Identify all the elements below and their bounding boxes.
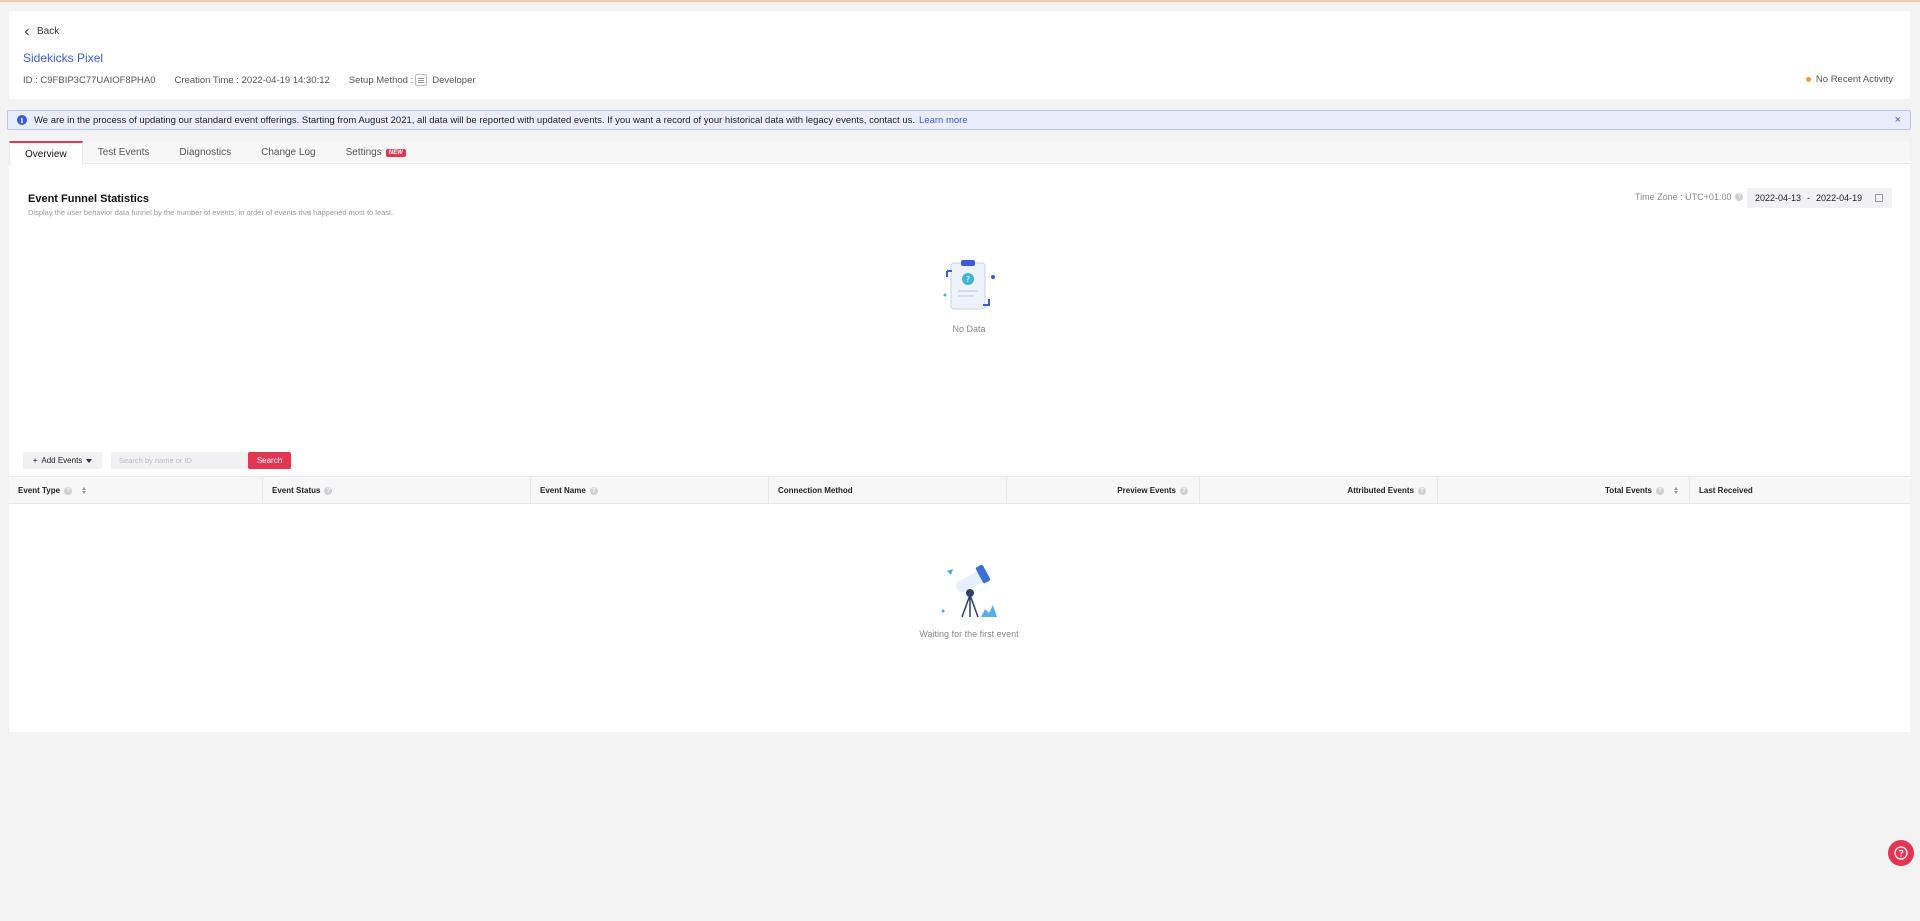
help-circle-icon[interactable]: ? — [1735, 193, 1744, 201]
chevron-left-icon — [24, 28, 29, 35]
tab-settings[interactable]: Settings NEW — [331, 141, 421, 164]
pixel-header-card: Back Sidekicks Pixel ID : C9FBIP3C77UAIO… — [9, 11, 1910, 99]
funnel-description: Display the user behavior data funnel by… — [28, 208, 394, 217]
telescope-illustration-icon — [941, 564, 997, 618]
column-label: Connection Method — [778, 486, 853, 495]
main-content-card: Overview Test Events Diagnostics Change … — [9, 141, 1910, 732]
empty-state-label: Waiting for the first event — [919, 629, 1019, 639]
pixel-id: ID : C9FBIP3C77UAIOF8PHA0 — [23, 74, 156, 86]
search-button[interactable]: Search — [248, 452, 291, 469]
column-label: Event Type — [18, 486, 61, 495]
calendar-icon — [1875, 194, 1883, 202]
tab-label: Overview — [25, 148, 67, 160]
help-circle-icon[interactable]: ? — [589, 486, 598, 495]
help-circle-icon[interactable]: ? — [1180, 486, 1188, 495]
column-event-name: Event Name ? — [531, 477, 769, 504]
column-preview-events: Preview Events ? — [1007, 477, 1200, 504]
activity-status: No Recent Activity — [1805, 74, 1893, 85]
no-data-label: No Data — [952, 324, 986, 334]
help-circle-icon — [1894, 846, 1908, 860]
timezone-label: Time Zone : UTC+01:00 ? — [1635, 192, 1744, 202]
tab-bar: Overview Test Events Diagnostics Change … — [9, 141, 1910, 165]
search-input[interactable] — [111, 452, 248, 469]
column-event-status: Event Status ? — [263, 477, 531, 504]
add-events-button[interactable]: + Add Events — [23, 452, 102, 469]
tab-change-log[interactable]: Change Log — [246, 141, 331, 164]
help-button[interactable] — [1888, 840, 1914, 866]
column-last-received: Last Received — [1690, 477, 1910, 504]
date-range-picker[interactable]: 2022-04-13 - 2022-04-19 — [1747, 188, 1892, 208]
notice-text: We are in the process of updating our st… — [34, 114, 916, 126]
help-circle-icon[interactable]: ? — [64, 486, 73, 495]
top-accent-strip — [0, 0, 1920, 2]
caret-down-icon — [86, 458, 93, 463]
back-button[interactable]: Back — [23, 26, 59, 37]
tab-label: Test Events — [97, 147, 150, 158]
column-label: Event Name — [540, 486, 586, 495]
new-badge: NEW — [385, 148, 406, 157]
update-notice-banner: i We are in the process of updating our … — [7, 110, 1911, 130]
learn-more-link[interactable]: Learn more — [919, 115, 968, 126]
clipboard-illustration-icon: ? — [943, 260, 995, 310]
column-label: Event Status — [272, 486, 321, 495]
sort-icon[interactable] — [1674, 487, 1678, 494]
column-label: Total Events — [1605, 486, 1652, 495]
creation-time: Creation Time : 2022-04-19 14:30:12 — [174, 74, 330, 86]
column-label: Preview Events — [1117, 486, 1176, 495]
tab-diagnostics[interactable]: Diagnostics — [164, 141, 246, 164]
date-separator: - — [1807, 193, 1811, 203]
setup-method-label: Setup Method : — [348, 74, 414, 86]
status-dot-icon — [1805, 77, 1811, 82]
pixel-name[interactable]: Sidekicks Pixel — [23, 51, 103, 65]
tab-overview[interactable]: Overview — [9, 141, 83, 165]
tab-test-events[interactable]: Test Events — [83, 141, 165, 164]
sort-icon[interactable] — [82, 487, 87, 494]
help-circle-icon[interactable]: ? — [1418, 486, 1426, 495]
setup-method-value: Developer — [432, 74, 476, 86]
empty-table-state: Waiting for the first event — [909, 561, 1029, 639]
timezone-text: Time Zone : UTC+01:00 — [1635, 192, 1732, 202]
column-connection-method: Connection Method — [769, 477, 1007, 504]
help-circle-icon[interactable]: ? — [1656, 486, 1664, 495]
back-label: Back — [37, 26, 60, 37]
funnel-title: Event Funnel Statistics — [28, 193, 150, 205]
table-header: Event Type ? Event Status ? Event Name ?… — [9, 476, 1910, 504]
column-event-type[interactable]: Event Type ? — [9, 477, 263, 504]
no-data-state: ? No Data — [929, 257, 1009, 334]
column-total-events[interactable]: Total Events ? — [1438, 477, 1690, 504]
column-label: Attributed Events — [1347, 486, 1414, 495]
column-label: Last Received — [1699, 486, 1753, 495]
tab-label: Change Log — [261, 147, 316, 158]
pixel-meta: ID : C9FBIP3C77UAIOF8PHA0 Creation Time … — [23, 74, 476, 86]
developer-icon — [415, 74, 428, 86]
activity-status-label: No Recent Activity — [1815, 74, 1893, 85]
tab-label: Diagnostics — [179, 147, 232, 158]
svg-text:?: ? — [966, 275, 970, 284]
plus-icon: + — [32, 456, 38, 465]
help-circle-icon[interactable]: ? — [324, 486, 333, 495]
column-attributed-events: Attributed Events ? — [1200, 477, 1438, 504]
date-start: 2022-04-13 — [1755, 193, 1802, 203]
add-events-label: Add Events — [41, 456, 83, 465]
tab-label: Settings — [345, 147, 382, 158]
close-icon[interactable]: × — [1895, 114, 1901, 126]
info-icon: i — [17, 115, 27, 125]
date-end: 2022-04-19 — [1816, 193, 1863, 203]
